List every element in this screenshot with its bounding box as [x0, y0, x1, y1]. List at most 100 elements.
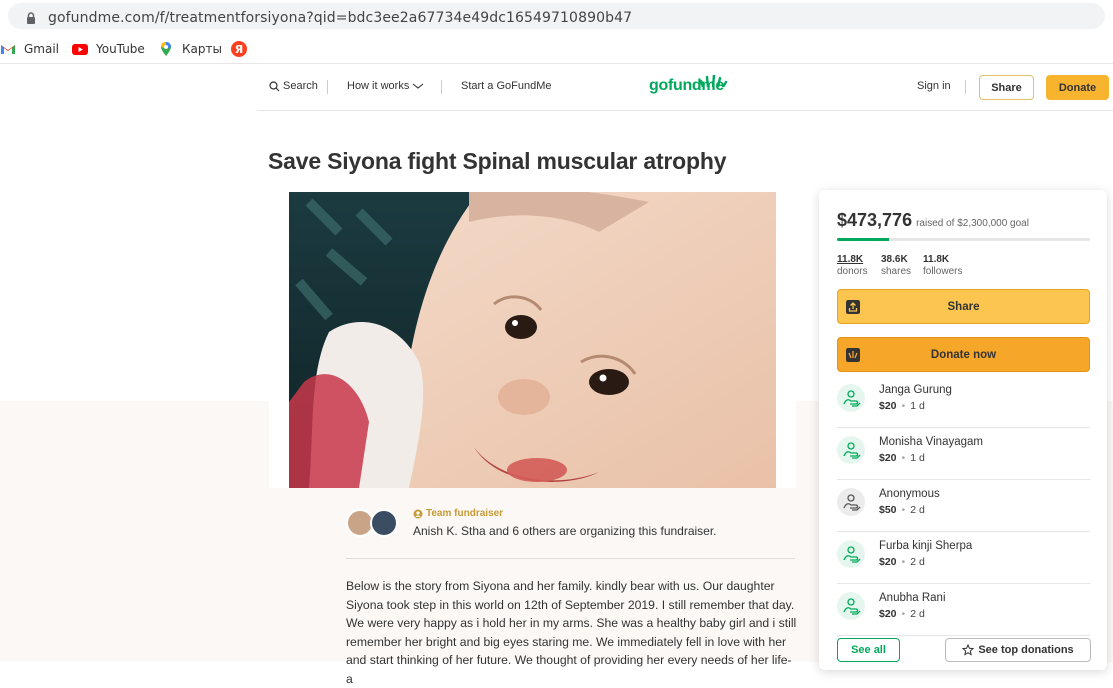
donor-name: Monisha Vinayagam [879, 436, 983, 448]
stat-value: 11.8K [837, 254, 864, 265]
gofundme-logo[interactable]: gofundme [649, 75, 727, 95]
donor-avatar [837, 592, 865, 620]
organizers-text: Anish K. Stha and 6 others are organizin… [413, 524, 717, 538]
site-header: Search How it works Start a GoFundMe gof… [257, 65, 1113, 111]
heart-hand-icon [843, 598, 861, 615]
url-field[interactable]: gofundme.com/f/treatmentforsiyona?qid=bd… [8, 3, 1105, 29]
sign-in-link[interactable]: Sign in [917, 80, 951, 92]
meta-separator: • [901, 556, 906, 568]
team-fundraiser-badge: Team fundraiser [413, 508, 503, 519]
maps-icon [158, 41, 174, 57]
see-top-donations-button[interactable]: See top donations [945, 638, 1091, 662]
donor-name: Furba kinji Sherpa [879, 540, 973, 552]
donation-time: 2 d [910, 608, 925, 620]
see-all-button[interactable]: See all [837, 638, 900, 662]
donation-item: Anubha Rani $20 • 2 d [837, 584, 1090, 636]
stat-donors[interactable]: 11.8K donors [837, 254, 868, 277]
chevron-down-icon [413, 83, 424, 89]
donor-name: Janga Gurung [879, 384, 952, 396]
donation-amount: $20 [879, 556, 897, 568]
nav-divider [965, 80, 966, 94]
stat-label: donors [837, 266, 868, 277]
donation-amount: $50 [879, 504, 897, 516]
url-text: gofundme.com/f/treatmentforsiyona?qid=bd… [48, 10, 633, 26]
bookmark-label: Карты [182, 42, 222, 56]
lock-icon [27, 12, 35, 24]
donation-meta: $20 • 2 d [879, 556, 925, 568]
yandex-icon: Я [231, 41, 247, 57]
donor-avatar [837, 384, 865, 412]
campaign-story: Below is the story from Siyona and her f… [346, 579, 797, 686]
address-bar: gofundme.com/f/treatmentforsiyona?qid=bd… [0, 0, 1113, 34]
bookmark-maps[interactable]: Карты [158, 39, 222, 59]
donate-icon [846, 348, 860, 362]
logo-sprout-icon [699, 75, 727, 87]
donation-meta: $20 • 1 d [879, 452, 925, 464]
donation-time: 2 d [910, 504, 925, 516]
donation-time: 1 d [910, 452, 925, 464]
donation-time: 2 d [910, 556, 925, 568]
bookmark-yandex[interactable]: Я [231, 39, 255, 59]
goal-text: raised of $2,300,000 goal [916, 218, 1029, 229]
share-label: Share [991, 81, 1022, 94]
search-link[interactable]: Search [269, 80, 318, 92]
meta-separator: • [901, 608, 906, 620]
search-label: Search [283, 80, 318, 92]
organizer-avatars[interactable] [346, 509, 406, 539]
donate-now-button[interactable]: Donate now [837, 337, 1090, 372]
see-top-label: See top donations [978, 644, 1074, 656]
baby-photo-image [289, 192, 776, 488]
share-button[interactable]: Share [837, 289, 1090, 324]
donor-avatar [837, 436, 865, 464]
youtube-icon [72, 41, 88, 57]
header-share-button[interactable]: Share [979, 75, 1034, 100]
donation-amount: $20 [879, 400, 897, 412]
avatar [370, 509, 398, 537]
donor-name: Anonymous [879, 488, 940, 500]
bookmark-youtube[interactable]: YouTube [72, 39, 145, 59]
meta-separator: • [901, 504, 906, 516]
stat-shares: 38.6K shares [881, 254, 911, 277]
donation-item: Anonymous $50 • 2 d [837, 480, 1090, 532]
how-it-works-menu[interactable]: How it works [347, 80, 424, 92]
donation-time: 1 d [910, 400, 925, 412]
star-icon [962, 644, 975, 656]
progress-bar [837, 238, 1090, 241]
donation-item: Monisha Vinayagam $20 • 1 d [837, 428, 1090, 480]
how-it-works-label: How it works [347, 80, 410, 92]
search-icon [269, 80, 280, 91]
bookmark-gmail[interactable]: Gmail [0, 39, 59, 59]
heart-hand-icon [843, 442, 861, 459]
heart-hand-icon [843, 494, 861, 511]
donation-item: Furba kinji Sherpa $20 • 2 d [837, 532, 1090, 584]
gmail-icon [0, 41, 16, 57]
meta-separator: • [901, 400, 906, 412]
see-all-label: See all [851, 644, 886, 656]
donor-avatar [837, 488, 865, 516]
section-divider [346, 558, 795, 559]
stat-value: 38.6K [881, 254, 908, 265]
campaign-photo[interactable] [269, 192, 796, 488]
stat-label: shares [881, 266, 912, 277]
share-icon [846, 300, 860, 314]
nav-divider [441, 80, 442, 94]
stat-followers: 11.8K followers [923, 254, 962, 277]
bookmark-label: YouTube [96, 42, 145, 56]
donor-name: Anubha Rani [879, 592, 946, 604]
header-donate-button[interactable]: Donate [1046, 75, 1109, 100]
donation-meta: $50 • 2 d [879, 504, 925, 516]
meta-separator: • [901, 452, 906, 464]
campaign-title: Save Siyona fight Spinal muscular atroph… [268, 148, 727, 174]
stat-label: followers [923, 266, 963, 277]
nav-divider [327, 80, 328, 94]
progress-fill [837, 238, 890, 241]
donation-item: Janga Gurung $20 • 1 d [837, 376, 1090, 428]
donation-meta: $20 • 2 d [879, 608, 925, 620]
donate-label: Donate [1058, 81, 1097, 94]
donation-amount: $20 [879, 608, 897, 620]
raised-summary: $473,776 raised of $2,300,000 goal [837, 210, 1029, 231]
share-button-label: Share [947, 300, 980, 313]
raised-amount: $473,776 [837, 210, 913, 230]
start-label: Start a GoFundMe [461, 80, 552, 92]
start-gofundme-link[interactable]: Start a GoFundMe [461, 80, 552, 92]
